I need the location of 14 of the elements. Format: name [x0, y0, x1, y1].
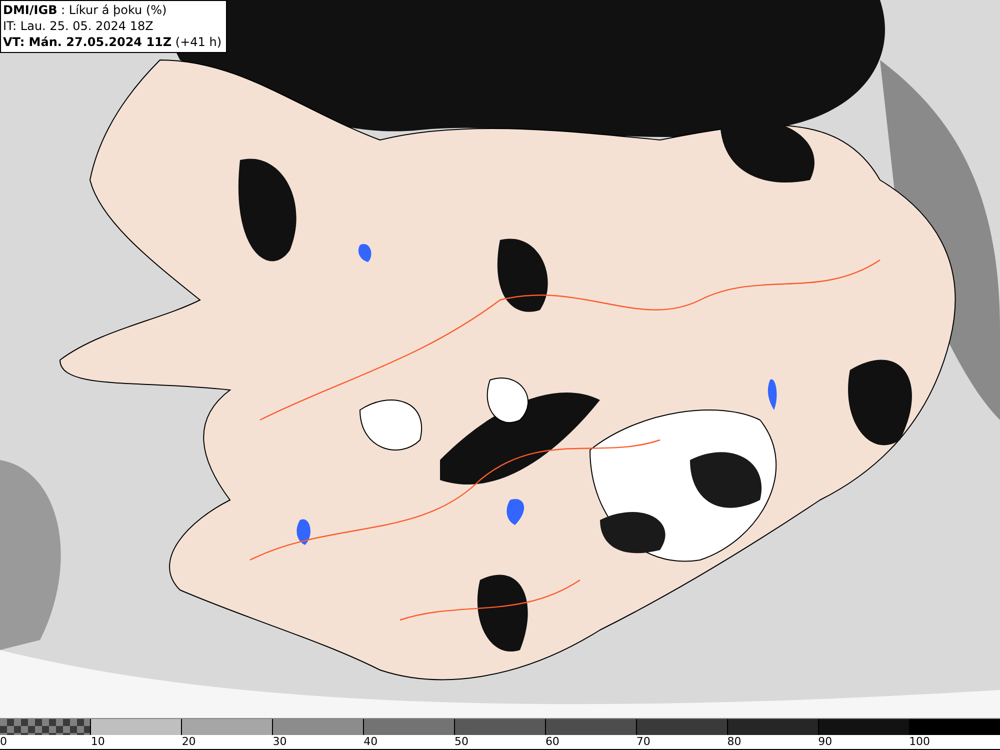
legend-tick-label: 90 [818, 735, 832, 749]
title-line: DMI/IGB : Líkur á þoku (%) [3, 2, 168, 18]
title-line: IT: Lau. 25. 05. 2024 18Z [3, 18, 154, 34]
title-line: VT: Mán. 27.05.2024 11Z (+41 h) [3, 34, 222, 50]
legend-tick-label: 80 [727, 735, 742, 749]
legend-tick-label: 10 [90, 735, 105, 749]
legend-tick-label: 30 [272, 735, 287, 749]
legend-tick-label: 70 [636, 735, 650, 749]
legend-tick-label: 40 [364, 735, 378, 749]
legend-tick-label: 20 [182, 735, 196, 749]
legend-tick-label: 100 [909, 735, 930, 749]
legend-tick-label: 60 [545, 735, 560, 749]
legend-tick-label: 0 [0, 735, 7, 749]
legend-tick-label: 50 [454, 735, 469, 749]
